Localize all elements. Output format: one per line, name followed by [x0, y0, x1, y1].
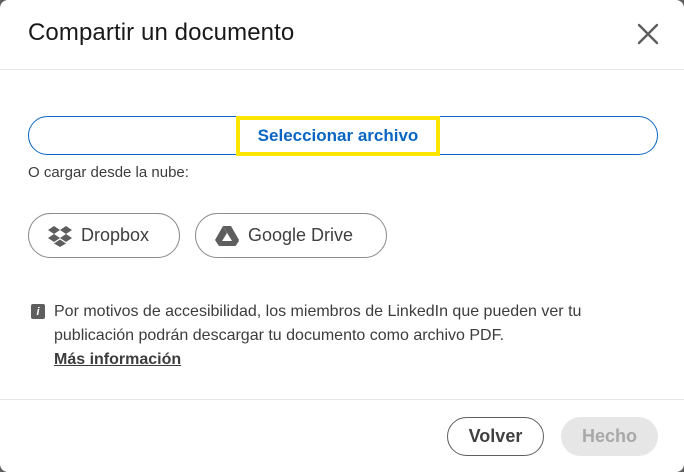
accessibility-notice-text: Por motivos de accesibilidad, los miembr…	[54, 303, 582, 344]
close-icon	[637, 23, 659, 45]
back-button[interactable]: Volver	[447, 417, 544, 456]
accessibility-notice: Por motivos de accesibilidad, los miembr…	[54, 300, 664, 372]
google-drive-label: Google Drive	[248, 225, 354, 245]
close-button[interactable]	[632, 16, 664, 52]
dropbox-icon	[48, 225, 72, 247]
done-button[interactable]: Hecho	[561, 417, 658, 456]
cloud-upload-label: O cargar desde la nube:	[28, 164, 189, 181]
dropbox-label: Dropbox	[81, 225, 150, 245]
more-info-link[interactable]: Más información	[54, 348, 181, 372]
google-drive-icon	[215, 225, 239, 246]
select-file-button[interactable]: Seleccionar archivo	[236, 116, 440, 156]
dropbox-button[interactable]: Dropbox	[28, 213, 180, 258]
google-drive-button[interactable]: Google Drive	[195, 213, 387, 258]
dialog-header: Compartir un documento	[0, 0, 684, 70]
info-icon: i	[31, 304, 45, 319]
share-document-dialog: Compartir un documento Seleccionar archi…	[0, 0, 684, 472]
dialog-title: Compartir un documento	[28, 19, 295, 46]
